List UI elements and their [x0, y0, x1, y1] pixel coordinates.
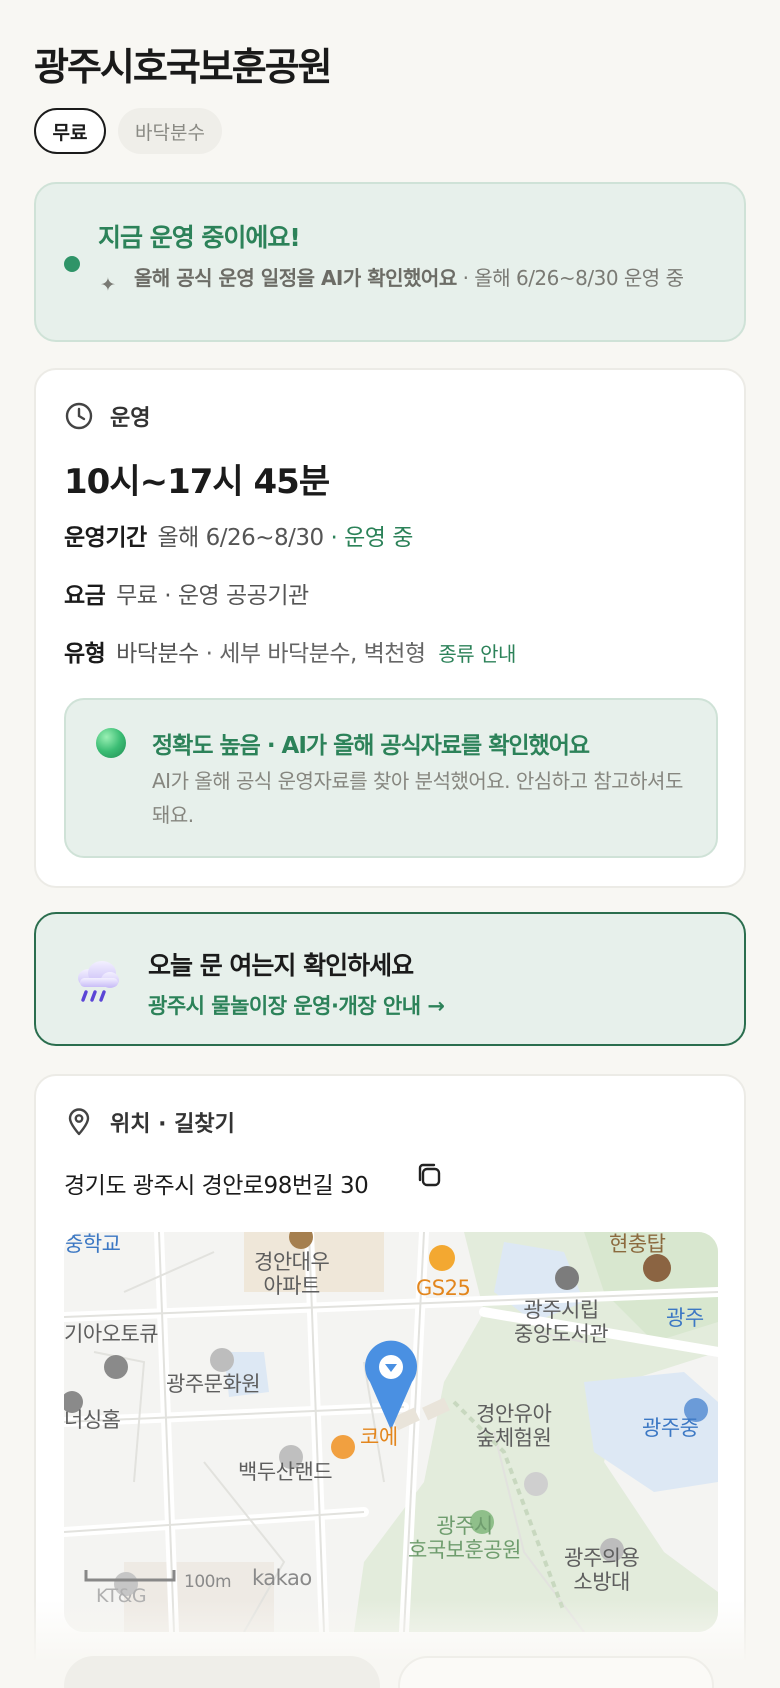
rain-cloud-icon: [78, 961, 119, 1002]
operation-heading-label: 운영: [110, 406, 151, 431]
map-label-auto: 기아오토큐: [64, 1322, 159, 1346]
type-detail: · 세부 바닥분수, 벽천형: [205, 641, 427, 667]
free-chip[interactable]: 무료: [34, 108, 106, 154]
map-view[interactable]: 중학교 경안대우 아파트 GS25 현충탑 광주시립 중앙도서관 광주 기아오토…: [64, 1232, 718, 1632]
address-text: 경기도 광주시 경안로98번길 30: [64, 1173, 369, 1199]
page: 광주시호국보훈공원 무료 바닥분수 지금 운영 중이에요! ✦ 올해 공식 운영…: [0, 0, 780, 1688]
map-label-culture: 광주문화원: [166, 1372, 261, 1396]
location-pin-icon: [68, 1108, 90, 1136]
type-key: 유형: [64, 641, 106, 667]
map-label-city-right: 광주: [666, 1306, 704, 1330]
status-dot-icon: [64, 256, 80, 272]
map-label-tower: 현충탑: [609, 1232, 666, 1256]
map-label-forest: 경안유아 숲체험원: [476, 1402, 552, 1450]
sparkle-icon: ✦: [100, 274, 116, 296]
copy-icon[interactable]: [414, 1160, 444, 1190]
map-label-housing: 너싱홈: [64, 1408, 121, 1432]
map-label-school: 중학교: [64, 1232, 121, 1256]
operating-hours: 10시~17시 45분: [64, 462, 330, 502]
period-value: 올해 6/26~8/30: [157, 525, 324, 551]
location-heading-label: 위치 · 길찾기: [110, 1112, 235, 1137]
type-chip[interactable]: 바닥분수: [118, 108, 222, 154]
fee-key: 요금: [64, 583, 106, 609]
type-value: 바닥분수: [116, 641, 199, 667]
accuracy-title: 정확도 높음 · AI가 올해 공식자료를 확인했어요: [152, 733, 590, 759]
map-label-baekdu: 백두산랜드: [238, 1460, 333, 1484]
bottom-action-right[interactable]: [398, 1656, 714, 1688]
accuracy-orb-icon: [96, 728, 126, 758]
status-card: 지금 운영 중이에요! ✦ 올해 공식 운영 일정을 AI가 확인했어요 · 올…: [34, 182, 746, 342]
map-label-apartment: 경안대우 아파트: [254, 1250, 330, 1298]
type-guide-link[interactable]: 종류 안내: [438, 642, 516, 666]
accuracy-text: AI가 올해 공식 운영자료를 찾아 분석했어요. 안심하고 참고하셔도 돼요.: [152, 769, 683, 827]
status-subtext: 올해 공식 운영 일정을 AI가 확인했어요 · 올해 6/26~8/30 운영…: [134, 264, 744, 293]
map-label-middle-right: 광주중: [642, 1416, 699, 1440]
check-open-card[interactable]: 오늘 문 여는지 확인하세요 광주시 물놀이장 운영·개장 안내 →: [34, 912, 746, 1046]
period-key: 운영기간: [64, 525, 147, 551]
map-scale-label: 100m: [184, 1572, 232, 1592]
map-label-gs25: GS25: [416, 1276, 471, 1300]
period-status: · 운영 중: [330, 525, 413, 551]
bottom-action-left[interactable]: [64, 1656, 380, 1688]
operation-heading: 운영: [64, 400, 150, 432]
fee-value: 무료 · 운영 공공기관: [116, 583, 309, 609]
map-label-library: 광주시립 중앙도서관: [514, 1298, 609, 1346]
map-label-fire: 광주의용 소방대: [564, 1546, 640, 1594]
map-kakao-logo: kakao: [252, 1566, 312, 1590]
clock-icon: [65, 402, 93, 430]
fee-row: 요금 무료 · 운영 공공기관: [64, 576, 309, 610]
location-card: 위치 · 길찾기 경기도 광주시 경안로98번길 30 중학교 경안대우 아파트…: [34, 1074, 746, 1688]
status-title: 지금 운영 중이에요!: [98, 223, 301, 252]
status-period-note: · 올해 6/26~8/30 운영 중: [462, 266, 684, 290]
check-title: 오늘 문 여는지 확인하세요: [148, 951, 414, 980]
check-link[interactable]: 광주시 물놀이장 운영·개장 안내 →: [148, 990, 445, 1020]
page-title: 광주시호국보훈공원: [34, 45, 333, 89]
map-label-park: 광주시 호국보훈공원: [408, 1514, 521, 1562]
status-ai-note: 올해 공식 운영 일정을 AI가 확인했어요: [134, 266, 457, 290]
map-label-cafe: 코에: [360, 1425, 398, 1449]
location-heading: 위치 · 길찾기: [64, 1106, 235, 1138]
operation-card: 운영 10시~17시 45분 운영기간 올해 6/26~8/30 · 운영 중 …: [34, 368, 746, 888]
type-row: 유형 바닥분수 · 세부 바닥분수, 벽천형 종류 안내: [64, 634, 516, 668]
accuracy-box: 정확도 높음 · AI가 올해 공식자료를 확인했어요 AI가 올해 공식 운영…: [64, 698, 718, 858]
period-row: 운영기간 올해 6/26~8/30 · 운영 중: [64, 518, 413, 552]
